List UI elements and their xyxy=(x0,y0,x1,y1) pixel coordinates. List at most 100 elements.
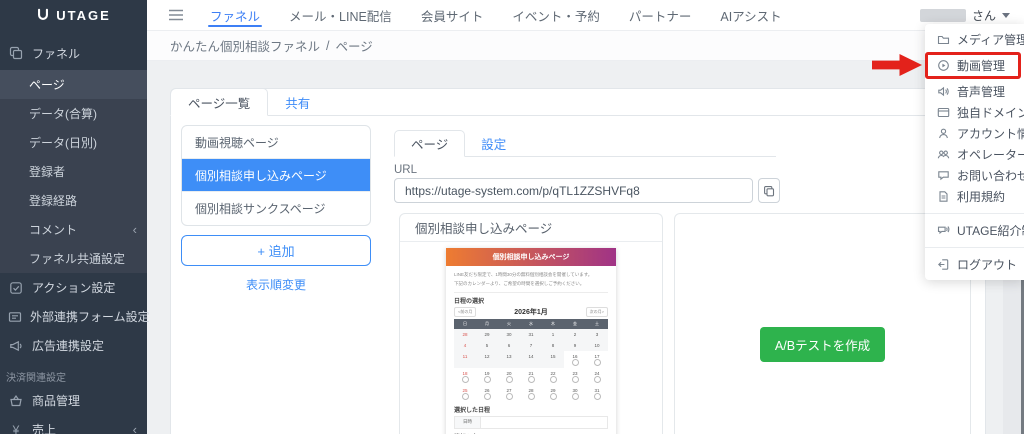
calendar-day: 8 xyxy=(542,340,564,351)
menu-item-terms[interactable]: 利用規約 xyxy=(925,186,1024,207)
calendar-day: 14 xyxy=(520,351,542,368)
tab-share[interactable]: 共有 xyxy=(268,89,327,115)
nav-tab-member-site[interactable]: 会員サイト xyxy=(421,0,484,30)
menu-item-custom-domain[interactable]: 独自ドメイン管理 xyxy=(925,102,1024,123)
page-item-video[interactable]: 動画視聴ページ xyxy=(182,126,370,159)
url-label: URL xyxy=(394,164,417,176)
calendar-day[interactable]: 17 xyxy=(586,351,608,368)
calendar-day: 2 xyxy=(564,329,586,340)
preview-section-selected: 選択した日程 xyxy=(454,405,608,414)
funnel-icon xyxy=(8,46,24,60)
calendar-day: 11 xyxy=(454,351,476,368)
page-item-consult-thanks[interactable]: 個別相談サンクスページ xyxy=(182,192,370,225)
chevron-collapse-icon: ‹ xyxy=(133,222,137,237)
calendar-day: 29 xyxy=(476,329,498,340)
create-ab-test-button[interactable]: A/Bテストを作成 xyxy=(760,327,885,362)
sidebar-item-pages[interactable]: ページ xyxy=(0,70,147,99)
reorder-link[interactable]: 表示順変更 xyxy=(181,276,371,293)
calendar-weekday-row: 日 月 火 水 木 金 土 xyxy=(454,319,608,329)
sidebar-item-data-daily[interactable]: データ(日別) xyxy=(0,128,147,157)
sidebar-item-ad-settings[interactable]: 広告連携設定 xyxy=(0,331,147,360)
menu-item-audio-management[interactable]: 音声管理 xyxy=(925,81,1024,102)
calendar-row: 18 19 20 21 22 23 24 xyxy=(454,368,608,385)
menu-item-operator-management[interactable]: オペレーター管理 xyxy=(925,144,1024,165)
page-list-box: 動画視聴ページ 個別相談申し込みページ 個別相談サンクスページ xyxy=(181,125,371,226)
menu-item-media-management[interactable]: メディア管理 xyxy=(925,29,1024,50)
menu-item-contact[interactable]: お問い合わせ xyxy=(925,165,1024,186)
nav-tab-funnel[interactable]: ファネル xyxy=(210,0,260,30)
menu-item-logout[interactable]: ログアウト xyxy=(925,254,1024,275)
main-card: ページ一覧 共有 動画視聴ページ 個別相談申し込みページ 個別相談サンクスページ… xyxy=(170,88,986,434)
tab-detail-settings[interactable]: 設定 xyxy=(465,130,522,156)
chat-icon xyxy=(937,169,950,182)
calendar-day[interactable]: 24 xyxy=(586,368,608,385)
menu-item-label: 独自ドメイン管理 xyxy=(957,104,1024,121)
calendar-prev-button[interactable]: <前の月 xyxy=(454,307,476,317)
calendar-day[interactable]: 26 xyxy=(476,385,498,402)
calendar-day: 12 xyxy=(476,351,498,368)
add-page-button[interactable]: + 追加 xyxy=(181,235,371,266)
calendar-day[interactable]: 27 xyxy=(498,385,520,402)
nav-tab-mail-line[interactable]: メール・LINE配信 xyxy=(289,0,392,30)
preview-banner: 個別相談申し込みページ xyxy=(446,248,616,266)
play-circle-icon xyxy=(937,59,950,72)
calendar-day[interactable]: 28 xyxy=(520,385,542,402)
tab-detail-page[interactable]: ページ xyxy=(394,130,465,157)
calendar-day: 15 xyxy=(542,351,564,368)
user-dropdown-menu: メディア管理 動画管理 音声管理 独自ドメイン管理 アカウント情報 オペレーター… xyxy=(925,24,1024,280)
top-navbar: ファネル メール・LINE配信 会員サイト イベント・予約 パートナー AIアシ… xyxy=(147,0,1024,31)
calendar-day: 13 xyxy=(498,351,520,368)
sidebar-item-registration-route[interactable]: 登録経路 xyxy=(0,186,147,215)
divider xyxy=(454,292,608,293)
calendar-day[interactable]: 29 xyxy=(542,385,564,402)
top-nav-tabs: ファネル メール・LINE配信 会員サイト イベント・予約 パートナー AIアシ… xyxy=(210,0,782,30)
sidebar-item-comments[interactable]: コメント‹ xyxy=(0,215,147,244)
sidebar-item-data-total[interactable]: データ(合算) xyxy=(0,99,147,128)
nav-tab-partner[interactable]: パートナー xyxy=(629,0,692,30)
calendar-day[interactable]: 20 xyxy=(498,368,520,385)
logout-icon xyxy=(937,258,950,271)
preview-intro-line2: 下記のカレンダーより、ご希望の時間を選択しご予約ください。 xyxy=(454,279,608,288)
url-input[interactable]: https://utage-system.com/p/qTL1ZZSHVFq8 xyxy=(394,178,753,203)
copy-url-button[interactable] xyxy=(758,178,780,203)
menu-item-video-management[interactable]: 動画管理 xyxy=(925,52,1021,79)
hamburger-menu-icon[interactable] xyxy=(168,8,184,22)
sidebar-item-funnel[interactable]: ファネル xyxy=(0,36,147,70)
page-preview-thumbnail[interactable]: 個別相談申し込みページ LINE友だち限定で、1時間30分の無料個別相談会を開催… xyxy=(446,248,616,434)
weekday-label: 火 xyxy=(498,319,520,329)
menu-item-account-info[interactable]: アカウント情報 xyxy=(925,123,1024,144)
sidebar-item-registrants[interactable]: 登録者 xyxy=(0,157,147,186)
calendar-day[interactable]: 16 xyxy=(564,351,586,368)
calendar-day: 1 xyxy=(542,329,564,340)
calendar-next-button[interactable]: 次の月> xyxy=(586,307,608,317)
sidebar-item-action-settings[interactable]: アクション設定 xyxy=(0,273,147,302)
nav-tab-event-booking[interactable]: イベント・予約 xyxy=(512,0,600,30)
sidebar-item-sales[interactable]: ¥ 売上 ‹ xyxy=(0,415,147,434)
calendar-day[interactable]: 22 xyxy=(542,368,564,385)
sidebar-item-label: 売上 xyxy=(32,421,56,434)
weekday-label: 金 xyxy=(564,319,586,329)
calendar-day[interactable]: 23 xyxy=(564,368,586,385)
calendar-day[interactable]: 31 xyxy=(586,385,608,402)
sidebar-item-funnel-common-settings[interactable]: ファネル共通設定 xyxy=(0,244,147,273)
browser-window-icon xyxy=(937,106,950,119)
sidebar-item-product-management[interactable]: 商品管理 xyxy=(0,386,147,415)
card-tabs: ページ一覧 共有 xyxy=(171,89,985,116)
calendar-day: 28 xyxy=(454,329,476,340)
calendar-day[interactable]: 21 xyxy=(520,368,542,385)
menu-item-referral-program[interactable]: UTAGE紹介制度 xyxy=(925,220,1024,241)
sidebar-item-external-form-settings[interactable]: 外部連携フォーム設定 xyxy=(0,302,147,331)
calendar-day[interactable]: 18 xyxy=(454,368,476,385)
calendar-day[interactable]: 30 xyxy=(564,385,586,402)
breadcrumb-funnel[interactable]: かんたん個別相談ファネル xyxy=(170,36,320,55)
calendar-day[interactable]: 25 xyxy=(454,385,476,402)
user-menu-trigger[interactable]: さん xyxy=(920,7,1010,24)
page-item-consult-apply[interactable]: 個別相談申し込みページ xyxy=(182,159,370,192)
calendar-day[interactable]: 19 xyxy=(476,368,498,385)
yen-icon: ¥ xyxy=(8,423,24,434)
sidebar-item-label: ページ xyxy=(29,76,65,93)
calendar-day: 31 xyxy=(520,329,542,340)
nav-tab-ai-assist[interactable]: AIアシスト xyxy=(720,0,781,30)
brand-logo[interactable]: UTAGE xyxy=(0,0,147,30)
tab-page-list[interactable]: ページ一覧 xyxy=(170,88,268,116)
